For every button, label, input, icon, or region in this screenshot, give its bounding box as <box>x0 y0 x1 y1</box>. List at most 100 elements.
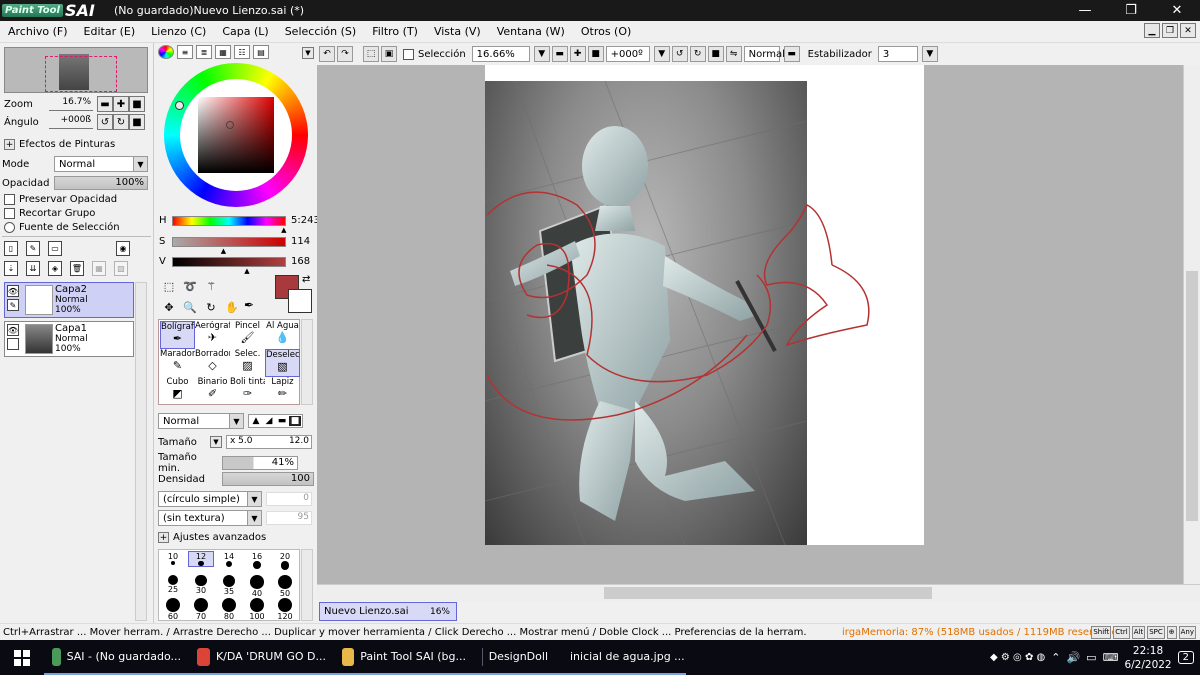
angle-value[interactable]: +000ß <box>49 115 93 129</box>
navigator-viewport-frame[interactable] <box>45 56 117 92</box>
delete-mask-icon[interactable]: ▧ <box>114 261 128 276</box>
canvas-rotate-right-icon[interactable]: ↻ <box>689 46 706 62</box>
swatches-tab-icon[interactable]: ☷ <box>234 45 250 59</box>
brush-tool-11[interactable]: Boli tinta ✑ <box>230 377 265 405</box>
size-multiplier-chevron-icon[interactable]: ▼ <box>210 436 222 448</box>
preserve-opacity-checkbox[interactable] <box>4 194 15 205</box>
new-vector-layer-icon[interactable]: ✎ <box>26 241 40 256</box>
windows-start-icon[interactable] <box>0 640 44 675</box>
brush-size-preset[interactable]: 16 <box>245 552 269 569</box>
layer-opacity-slider[interactable]: 100% <box>54 176 148 190</box>
menu-filtro[interactable]: Filtro (T) <box>364 25 426 38</box>
taskbar-item[interactable]: Paint Tool SAI (bg... <box>334 640 474 675</box>
layer-row-capa2[interactable]: 👁 ✎ Capa2 Normal 100% <box>4 282 134 318</box>
horizontal-scroll-thumb[interactable] <box>604 587 932 599</box>
menu-otros[interactable]: Otros (O) <box>573 25 639 38</box>
eyedropper-icon[interactable]: ✒ <box>244 298 254 312</box>
brush-texture-select[interactable]: (sin textura) ▼ <box>158 510 262 526</box>
move-icon[interactable]: ✥ <box>160 298 178 316</box>
brush-size-preset[interactable]: 70 <box>189 598 213 621</box>
brush-size-preset[interactable]: 35 <box>217 575 241 596</box>
selection-source-radio[interactable] <box>4 222 15 233</box>
medium-edge-icon[interactable]: ◢ <box>263 416 275 426</box>
layer-mask-icon[interactable]: ◉ <box>116 241 130 256</box>
taskbar-item[interactable]: K/DA 'DRUM GO D... <box>189 640 334 675</box>
hue-slider[interactable]: ▲ <box>172 216 287 234</box>
canvas-rotate-reset-icon[interactable]: ■ <box>707 46 724 62</box>
magic-wand-icon[interactable]: ⚚ <box>202 277 220 295</box>
brush-size-preset[interactable]: 30 <box>189 575 213 595</box>
taskbar-item[interactable]: SAI - (No guardado... <box>44 640 189 675</box>
canvas-blend-field[interactable]: Normal <box>743 46 785 62</box>
rotate-right-icon[interactable]: ↻ <box>113 114 129 130</box>
hue-picker-handle[interactable] <box>175 101 184 110</box>
soft-edge-icon[interactable]: ▬ <box>276 416 288 426</box>
brush-size-preset[interactable]: 100 <box>245 598 269 621</box>
menu-vista[interactable]: Vista (V) <box>426 25 489 38</box>
angle-chevron-icon[interactable]: ▼ <box>653 46 670 62</box>
hsv-slider-tab-icon[interactable]: ≣ <box>196 45 212 59</box>
eye-icon[interactable]: 👁 <box>7 324 19 336</box>
menu-capa[interactable]: Capa (L) <box>214 25 276 38</box>
hand-icon[interactable]: ✋ <box>223 298 241 316</box>
brush-tool-12[interactable]: Lapiz ✏ <box>265 377 300 405</box>
undo-icon[interactable]: ↶ <box>319 46 335 62</box>
min-size-slider[interactable]: 41% <box>222 456 298 470</box>
zoom-reset-icon[interactable]: ■ <box>129 96 145 112</box>
zoom-icon[interactable]: 🔍 <box>181 298 199 316</box>
zoom-chevron-icon[interactable]: ▼ <box>533 46 550 62</box>
background-color-swatch[interactable] <box>288 289 312 313</box>
brush-size-preset[interactable]: 40 <box>245 575 269 598</box>
zoom-out-icon[interactable]: ▬ <box>97 96 113 112</box>
clock[interactable]: 22:18 6/2/2022 <box>1124 644 1171 672</box>
eye-icon[interactable]: 👁 <box>7 285 19 297</box>
maximize-button[interactable]: ❐ <box>1108 0 1154 21</box>
language-icon[interactable]: ⌨ <box>1103 651 1119 664</box>
brush-tool-2[interactable]: Aerógraf ✈ <box>195 321 230 349</box>
tray-app-icons[interactable]: ◆ ⚙ ◎ ✿ ◍ <box>990 652 1045 663</box>
menu-archivo[interactable]: Archivo (F) <box>0 25 76 38</box>
stabilizer-field[interactable]: 3 <box>877 46 918 62</box>
slider-handle-icon[interactable]: ▲ <box>221 247 226 255</box>
blend-toggle-icon[interactable]: ▬ <box>783 46 800 62</box>
brush-tool-10[interactable]: Binario ✐ <box>195 377 230 405</box>
navigator-preview[interactable] <box>4 47 148 93</box>
flat-edge-icon[interactable]: ■ <box>289 416 301 426</box>
lock-checkbox[interactable] <box>7 338 19 350</box>
color-wheel-tab-icon[interactable] <box>158 45 174 59</box>
mdi-close-button[interactable]: ✕ <box>1180 23 1196 38</box>
selection-checkbox[interactable] <box>403 48 414 60</box>
size-field[interactable]: x 5.0 12.0 <box>226 435 312 449</box>
zoom-in-icon[interactable]: ✚ <box>113 96 129 112</box>
new-layer-icon[interactable]: ▯ <box>4 241 18 256</box>
network-icon[interactable]: ▭ <box>1086 651 1096 664</box>
brush-size-preset[interactable]: 14 <box>217 552 241 568</box>
canvas-area[interactable] <box>317 65 1183 584</box>
invert-selection-icon[interactable]: ▣ <box>381 46 397 62</box>
canvas-horizontal-scrollbar[interactable] <box>317 584 1200 601</box>
slider-handle-icon[interactable]: ▲ <box>244 267 249 275</box>
chevron-up-icon[interactable]: ⌃ <box>1051 651 1060 664</box>
brush-size-preset[interactable]: 60 <box>161 598 185 621</box>
mdi-restore-button[interactable]: ❐ <box>1162 23 1178 38</box>
density-slider[interactable]: 100 <box>222 472 314 486</box>
canvas-rotate-left-icon[interactable]: ↺ <box>671 46 688 62</box>
brush-size-preset[interactable]: 20 <box>273 552 297 570</box>
rotate-icon[interactable]: ↻ <box>202 298 220 316</box>
new-folder-icon[interactable]: ▭ <box>48 241 62 256</box>
canvas-vertical-scrollbar[interactable] <box>1183 65 1200 584</box>
hard-edge-icon[interactable]: ▲ <box>250 416 262 426</box>
rotate-left-icon[interactable]: ↺ <box>97 114 113 130</box>
canvas-zoom-field[interactable]: 16.66% <box>471 46 530 62</box>
brush-tool-6[interactable]: Borrador ◇ <box>195 349 230 377</box>
saturation-slider[interactable]: ▲ <box>172 237 286 255</box>
rgb-slider-tab-icon[interactable]: ≡ <box>177 45 193 59</box>
volume-icon[interactable]: 🔊 <box>1066 651 1080 664</box>
brush-blend-select[interactable]: Normal ▼ <box>158 413 244 429</box>
rect-select-icon[interactable]: ⬚ <box>160 277 178 295</box>
vertical-scroll-thumb[interactable] <box>1186 271 1198 521</box>
brush-tool-1[interactable]: Bolígrafc ✒ <box>160 321 195 349</box>
lasso-icon[interactable]: ➰ <box>181 277 199 295</box>
value-slider[interactable]: ▲ <box>172 257 286 275</box>
menu-ventana[interactable]: Ventana (W) <box>489 25 573 38</box>
